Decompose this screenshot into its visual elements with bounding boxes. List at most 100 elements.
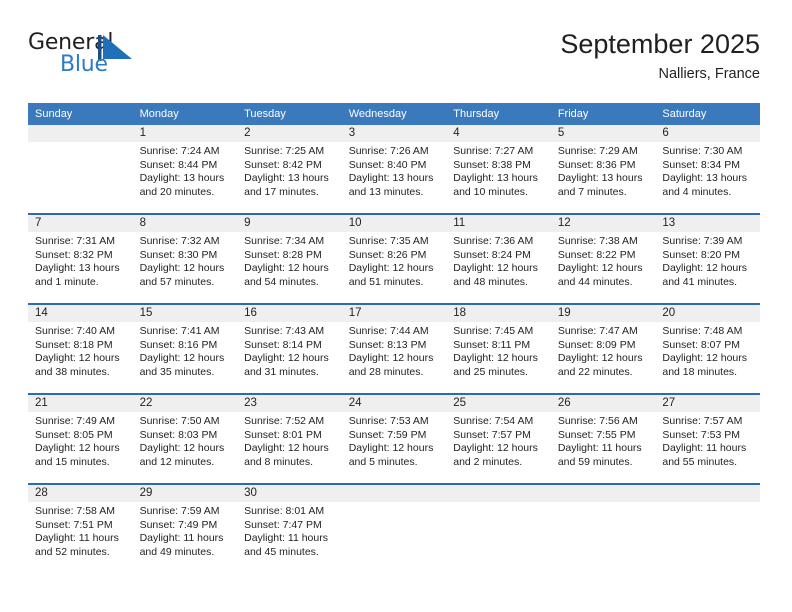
brand-logo[interactable]: General Blue xyxy=(28,30,218,86)
sunset-text: Sunset: 8:05 PM xyxy=(35,428,113,441)
calendar-day-cell[interactable]: 12 Sunrise: 7:38 AM Sunset: 8:22 PM Dayl… xyxy=(550,213,656,304)
calendar-day-cell[interactable]: 4 Sunrise: 7:27 AM Sunset: 8:38 PM Dayli… xyxy=(446,125,551,214)
calendar-day-cell[interactable] xyxy=(446,483,551,569)
calendar-day-cell[interactable]: 8 Sunrise: 7:32 AM Sunset: 8:30 PM Dayli… xyxy=(132,213,238,304)
daylight-text-line2: and 7 minutes. xyxy=(557,185,627,198)
calendar-day-cell[interactable]: 5 Sunrise: 7:29 AM Sunset: 8:36 PM Dayli… xyxy=(550,125,656,214)
sunrise-text: Sunrise: 7:59 AM xyxy=(139,505,220,517)
day-number: 6 xyxy=(655,125,760,142)
daylight-text-line1: Daylight: 11 hours xyxy=(139,532,224,545)
calendar-day-cell[interactable]: 19 Sunrise: 7:47 AM Sunset: 8:09 PM Dayl… xyxy=(550,303,656,394)
sunset-text: Sunset: 8:36 PM xyxy=(557,158,636,171)
daylight-text-line1: Daylight: 11 hours xyxy=(557,442,642,455)
calendar-day-cell[interactable]: 26 Sunrise: 7:56 AM Sunset: 7:55 PM Dayl… xyxy=(550,393,656,484)
calendar-day-cell[interactable]: 28 Sunrise: 7:58 AM Sunset: 7:51 PM Dayl… xyxy=(28,483,133,569)
calendar-day-cell[interactable] xyxy=(341,483,447,569)
calendar-day-cell[interactable]: 30 Sunrise: 8:01 AM Sunset: 7:47 PM Dayl… xyxy=(237,483,342,569)
calendar-day-cell[interactable]: 25 Sunrise: 7:54 AM Sunset: 7:57 PM Dayl… xyxy=(446,393,551,484)
calendar-day-cell[interactable]: 27 Sunrise: 7:57 AM Sunset: 7:53 PM Dayl… xyxy=(655,393,760,484)
daylight-text-line2: and 55 minutes. xyxy=(662,455,738,468)
day-number xyxy=(341,485,447,502)
calendar-day-cell[interactable]: 1 Sunrise: 7:24 AM Sunset: 8:44 PM Dayli… xyxy=(132,125,238,214)
day-number: 15 xyxy=(132,305,238,322)
day-number: 2 xyxy=(237,125,342,142)
day-details: Sunrise: 7:27 AM Sunset: 8:38 PM Dayligh… xyxy=(446,142,551,199)
sunrise-text: Sunrise: 7:49 AM xyxy=(35,415,115,427)
page-subtitle-location: Nalliers, France xyxy=(658,66,760,82)
sunset-text: Sunset: 8:07 PM xyxy=(662,338,741,351)
sunset-text: Sunset: 8:20 PM xyxy=(662,248,741,261)
calendar-day-cell[interactable]: 6 Sunrise: 7:30 AM Sunset: 8:34 PM Dayli… xyxy=(655,125,760,214)
sunset-text: Sunset: 7:53 PM xyxy=(662,428,741,441)
day-details: Sunrise: 7:49 AM Sunset: 8:05 PM Dayligh… xyxy=(28,412,133,469)
day-details: Sunrise: 7:58 AM Sunset: 7:51 PM Dayligh… xyxy=(28,502,133,559)
daylight-text-line1: Daylight: 12 hours xyxy=(453,442,538,455)
daylight-text-line2: and 51 minutes. xyxy=(348,275,424,288)
sunrise-text: Sunrise: 7:29 AM xyxy=(557,145,638,157)
sunset-text: Sunset: 8:40 PM xyxy=(348,158,427,171)
daylight-text-line2: and 15 minutes. xyxy=(35,455,110,468)
brand-name-blue: Blue xyxy=(60,52,108,77)
sunrise-text: Sunrise: 7:48 AM xyxy=(662,325,743,337)
daylight-text-line1: Daylight: 12 hours xyxy=(557,262,643,275)
calendar-day-cell[interactable]: 29 Sunrise: 7:59 AM Sunset: 7:49 PM Dayl… xyxy=(132,483,238,569)
daylight-text-line2: and 17 minutes. xyxy=(244,185,319,198)
daylight-text-line2: and 25 minutes. xyxy=(453,365,528,378)
day-number: 28 xyxy=(28,485,133,502)
weekday-header-friday: Friday xyxy=(550,103,656,125)
sunset-text: Sunset: 8:11 PM xyxy=(453,338,531,351)
daylight-text-line2: and 4 minutes. xyxy=(662,185,732,198)
sunrise-text: Sunrise: 7:35 AM xyxy=(348,235,429,247)
calendar-day-cell[interactable]: 2 Sunrise: 7:25 AM Sunset: 8:42 PM Dayli… xyxy=(237,125,342,214)
daylight-text-line1: Daylight: 12 hours xyxy=(139,262,225,275)
daylight-text-line2: and 13 minutes. xyxy=(348,185,424,198)
calendar-day-cell[interactable] xyxy=(28,125,133,214)
weekday-header-thursday: Thursday xyxy=(446,103,551,125)
calendar-week-row: 14 Sunrise: 7:40 AM Sunset: 8:18 PM Dayl… xyxy=(28,303,760,394)
day-details: Sunrise: 7:50 AM Sunset: 8:03 PM Dayligh… xyxy=(133,412,238,469)
calendar-day-cell[interactable]: 9 Sunrise: 7:34 AM Sunset: 8:28 PM Dayli… xyxy=(237,213,342,304)
calendar-day-cell[interactable]: 21 Sunrise: 7:49 AM Sunset: 8:05 PM Dayl… xyxy=(28,393,133,484)
calendar-week-row: 7 Sunrise: 7:31 AM Sunset: 8:32 PM Dayli… xyxy=(28,213,760,304)
daylight-text-line1: Daylight: 12 hours xyxy=(244,262,329,275)
calendar-day-cell[interactable]: 15 Sunrise: 7:41 AM Sunset: 8:16 PM Dayl… xyxy=(132,303,238,394)
calendar-day-cell[interactable] xyxy=(550,483,656,569)
calendar-day-cell[interactable]: 17 Sunrise: 7:44 AM Sunset: 8:13 PM Dayl… xyxy=(341,303,447,394)
daylight-text-line2: and 28 minutes. xyxy=(348,365,424,378)
daylight-text-line1: Daylight: 12 hours xyxy=(662,352,748,365)
calendar-week-row: 1 Sunrise: 7:24 AM Sunset: 8:44 PM Dayli… xyxy=(28,125,760,214)
daylight-text-line2: and 54 minutes. xyxy=(244,275,319,288)
sunrise-text: Sunrise: 7:26 AM xyxy=(348,145,429,157)
calendar-day-cell[interactable]: 10 Sunrise: 7:35 AM Sunset: 8:26 PM Dayl… xyxy=(341,213,447,304)
day-number: 8 xyxy=(132,215,238,232)
daylight-text-line2: and 49 minutes. xyxy=(139,545,215,558)
calendar-day-cell[interactable]: 7 Sunrise: 7:31 AM Sunset: 8:32 PM Dayli… xyxy=(28,213,133,304)
calendar-day-cell[interactable]: 14 Sunrise: 7:40 AM Sunset: 8:18 PM Dayl… xyxy=(28,303,133,394)
calendar-day-cell[interactable]: 20 Sunrise: 7:48 AM Sunset: 8:07 PM Dayl… xyxy=(655,303,760,394)
calendar-day-cell[interactable]: 22 Sunrise: 7:50 AM Sunset: 8:03 PM Dayl… xyxy=(132,393,238,484)
calendar-day-cell[interactable]: 11 Sunrise: 7:36 AM Sunset: 8:24 PM Dayl… xyxy=(446,213,551,304)
daylight-text-line2: and 59 minutes. xyxy=(557,455,633,468)
day-details: Sunrise: 7:52 AM Sunset: 8:01 PM Dayligh… xyxy=(237,412,342,469)
sunset-text: Sunset: 8:44 PM xyxy=(139,158,218,171)
sunset-text: Sunset: 7:51 PM xyxy=(35,518,113,531)
day-number: 21 xyxy=(28,395,133,412)
sunrise-text: Sunrise: 7:54 AM xyxy=(453,415,534,427)
sunrise-text: Sunrise: 7:31 AM xyxy=(35,235,115,247)
calendar-day-cell[interactable]: 3 Sunrise: 7:26 AM Sunset: 8:40 PM Dayli… xyxy=(341,125,447,214)
daylight-text-line1: Daylight: 13 hours xyxy=(557,172,643,185)
calendar-day-cell[interactable] xyxy=(655,483,760,569)
day-number: 24 xyxy=(341,395,447,412)
day-number: 17 xyxy=(341,305,447,322)
day-number: 30 xyxy=(237,485,342,502)
day-details: Sunrise: 7:24 AM Sunset: 8:44 PM Dayligh… xyxy=(133,142,238,199)
calendar-day-cell[interactable]: 16 Sunrise: 7:43 AM Sunset: 8:14 PM Dayl… xyxy=(237,303,342,394)
calendar-day-cell[interactable]: 23 Sunrise: 7:52 AM Sunset: 8:01 PM Dayl… xyxy=(237,393,342,484)
calendar-day-cell[interactable]: 13 Sunrise: 7:39 AM Sunset: 8:20 PM Dayl… xyxy=(655,213,760,304)
day-details xyxy=(28,142,133,145)
page-header: General Blue September 2025 Nalliers, Fr… xyxy=(28,28,760,96)
daylight-text-line2: and 1 minute. xyxy=(35,275,99,288)
calendar-day-cell[interactable]: 18 Sunrise: 7:45 AM Sunset: 8:11 PM Dayl… xyxy=(446,303,551,394)
calendar-day-cell[interactable]: 24 Sunrise: 7:53 AM Sunset: 7:59 PM Dayl… xyxy=(341,393,447,484)
day-number xyxy=(655,485,760,502)
